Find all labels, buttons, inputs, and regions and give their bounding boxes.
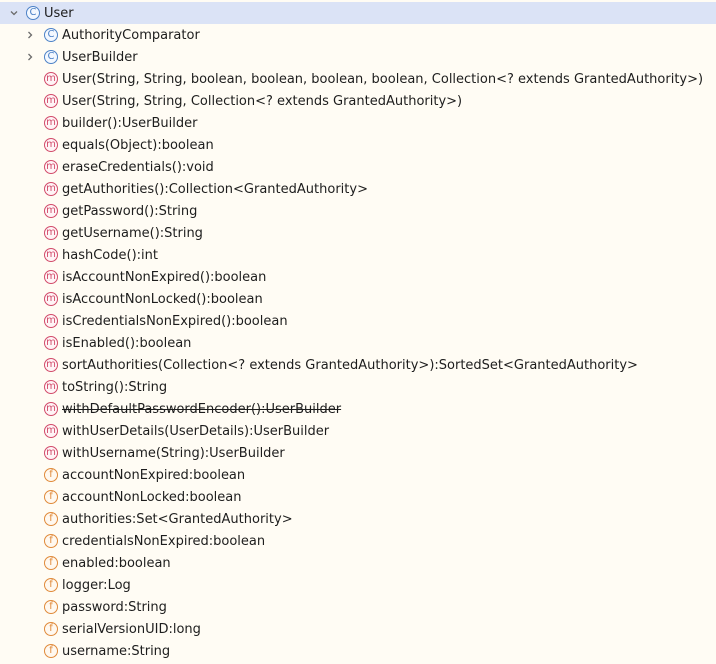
field-icon: f xyxy=(44,622,58,636)
tree-node-label: User(String, String, Collection<? extend… xyxy=(62,93,463,109)
tree-node-label: User xyxy=(44,5,74,21)
method-icon: m xyxy=(44,204,58,218)
class-icon: C xyxy=(26,6,40,20)
field-icon: f xyxy=(44,578,58,592)
method-icon: m xyxy=(44,446,58,460)
tree-node-label: logger:Log xyxy=(62,577,131,593)
method-icon: m xyxy=(44,314,58,328)
field-icon: f xyxy=(44,534,58,548)
tree-node-label: withDefaultPasswordEncoder():UserBuilder xyxy=(62,401,342,417)
tree-node-method[interactable]: m withUserDetails(UserDetails):UserBuild… xyxy=(0,420,716,442)
tree-node-method[interactable]: m equals(Object):boolean xyxy=(0,134,716,156)
tree-node-field[interactable]: f credentialsNonExpired:boolean xyxy=(0,530,716,552)
tree-node-authority-comparator[interactable]: C AuthorityComparator xyxy=(0,24,716,46)
tree-node-method[interactable]: m hashCode():int xyxy=(0,244,716,266)
tree-node-user[interactable]: C User xyxy=(0,2,716,24)
tree-node-method-deprecated[interactable]: m withDefaultPasswordEncoder():UserBuild… xyxy=(0,398,716,420)
tree-node-label: isCredentialsNonExpired():boolean xyxy=(62,313,288,329)
tree-node-label: enabled:boolean xyxy=(62,555,171,571)
chevron-right-icon[interactable] xyxy=(24,51,36,63)
tree-node-method[interactable]: m builder():UserBuilder xyxy=(0,112,716,134)
tree-node-label: eraseCredentials():void xyxy=(62,159,214,175)
tree-node-label: getAuthorities():Collection<GrantedAutho… xyxy=(62,181,368,197)
method-icon: m xyxy=(44,292,58,306)
tree-node-label: serialVersionUID:long xyxy=(62,621,201,637)
tree-node-label: isAccountNonExpired():boolean xyxy=(62,269,267,285)
tree-node-label: withUsername(String):UserBuilder xyxy=(62,445,285,461)
tree-node-method[interactable]: m isAccountNonLocked():boolean xyxy=(0,288,716,310)
tree-node-field[interactable]: f logger:Log xyxy=(0,574,716,596)
tree-node-method[interactable]: m isEnabled():boolean xyxy=(0,332,716,354)
method-icon: m xyxy=(44,138,58,152)
method-icon: m xyxy=(44,160,58,174)
tree-node-label: getUsername():String xyxy=(62,225,203,241)
tree-node-label: accountNonLocked:boolean xyxy=(62,489,242,505)
tree-node-label: sortAuthorities(Collection<? extends Gra… xyxy=(62,357,638,373)
tree-node-method[interactable]: m User(String, String, boolean, boolean,… xyxy=(0,68,716,90)
field-icon: f xyxy=(44,600,58,614)
tree-node-field[interactable]: f password:String xyxy=(0,596,716,618)
tree-node-method[interactable]: m isCredentialsNonExpired():boolean xyxy=(0,310,716,332)
method-icon: m xyxy=(44,380,58,394)
tree-node-method[interactable]: m eraseCredentials():void xyxy=(0,156,716,178)
tree-node-field[interactable]: f username:String xyxy=(0,640,716,662)
field-icon: f xyxy=(44,556,58,570)
field-icon: f xyxy=(44,468,58,482)
tree-node-method[interactable]: m sortAuthorities(Collection<? extends G… xyxy=(0,354,716,376)
tree-node-label: username:String xyxy=(62,643,171,659)
tree-node-label: AuthorityComparator xyxy=(62,27,200,43)
tree-node-label: equals(Object):boolean xyxy=(62,137,214,153)
method-icon: m xyxy=(44,226,58,240)
tree-node-method[interactable]: m getPassword():String xyxy=(0,200,716,222)
method-icon: m xyxy=(44,94,58,108)
tree-node-field[interactable]: f serialVersionUID:long xyxy=(0,618,716,640)
method-icon: m xyxy=(44,424,58,438)
tree-node-label: isEnabled():boolean xyxy=(62,335,192,351)
tree-node-label: authorities:Set<GrantedAuthority> xyxy=(62,511,293,527)
tree-node-label: User(String, String, boolean, boolean, b… xyxy=(62,71,704,87)
field-icon: f xyxy=(44,490,58,504)
class-icon: C xyxy=(44,50,58,64)
tree-node-method[interactable]: m getAuthorities():Collection<GrantedAut… xyxy=(0,178,716,200)
tree-node-label: hashCode():int xyxy=(62,247,158,263)
tree-node-label: accountNonExpired:boolean xyxy=(62,467,246,483)
tree-node-label: UserBuilder xyxy=(62,49,138,65)
method-icon: m xyxy=(44,72,58,86)
method-icon: m xyxy=(44,358,58,372)
tree-node-field[interactable]: f accountNonExpired:boolean xyxy=(0,464,716,486)
structure-tree: C User C AuthorityComparator C UserBuild… xyxy=(0,0,716,664)
tree-node-label: credentialsNonExpired:boolean xyxy=(62,533,266,549)
tree-node-label: getPassword():String xyxy=(62,203,198,219)
method-icon: m xyxy=(44,116,58,130)
tree-node-label: builder():UserBuilder xyxy=(62,115,198,131)
tree-node-user-builder[interactable]: C UserBuilder xyxy=(0,46,716,68)
tree-node-method[interactable]: m getUsername():String xyxy=(0,222,716,244)
method-icon: m xyxy=(44,402,58,416)
tree-node-field[interactable]: f accountNonLocked:boolean xyxy=(0,486,716,508)
field-icon: f xyxy=(44,512,58,526)
chevron-right-icon[interactable] xyxy=(24,29,36,41)
class-icon: C xyxy=(44,28,58,42)
tree-node-method[interactable]: m withUsername(String):UserBuilder xyxy=(0,442,716,464)
tree-node-label: withUserDetails(UserDetails):UserBuilder xyxy=(62,423,330,439)
method-icon: m xyxy=(44,270,58,284)
tree-node-field[interactable]: f authorities:Set<GrantedAuthority> xyxy=(0,508,716,530)
tree-node-label: password:String xyxy=(62,599,167,615)
field-icon: f xyxy=(44,644,58,658)
tree-node-method[interactable]: m toString():String xyxy=(0,376,716,398)
tree-node-label: toString():String xyxy=(62,379,168,395)
tree-node-label: isAccountNonLocked():boolean xyxy=(62,291,263,307)
tree-node-method[interactable]: m isAccountNonExpired():boolean xyxy=(0,266,716,288)
method-icon: m xyxy=(44,182,58,196)
method-icon: m xyxy=(44,248,58,262)
method-icon: m xyxy=(44,336,58,350)
chevron-down-icon[interactable] xyxy=(8,7,20,19)
tree-node-field[interactable]: f enabled:boolean xyxy=(0,552,716,574)
tree-node-method[interactable]: m User(String, String, Collection<? exte… xyxy=(0,90,716,112)
